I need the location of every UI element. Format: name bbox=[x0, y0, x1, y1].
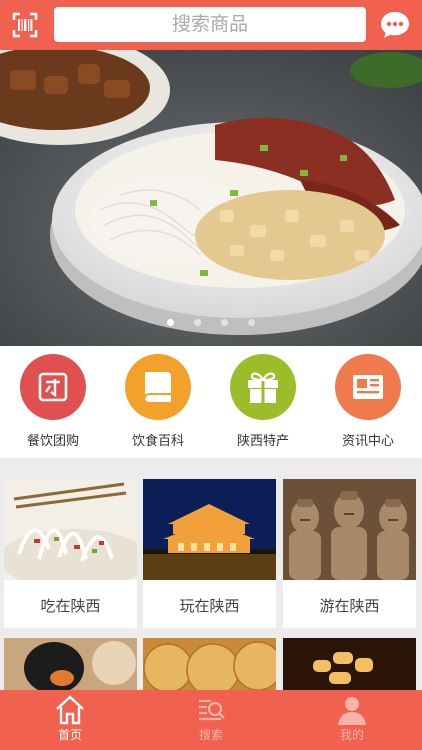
tab-search[interactable]: 搜索 bbox=[141, 690, 281, 750]
user-icon bbox=[338, 697, 366, 725]
card-image bbox=[4, 638, 137, 690]
category-label: 资讯中心 bbox=[341, 434, 394, 449]
scan-icon bbox=[12, 12, 38, 38]
banner-carousel[interactable] bbox=[0, 50, 422, 346]
bottom-tab-bar: 首页 搜索 我的 bbox=[0, 690, 422, 750]
news-icon bbox=[335, 354, 401, 420]
category-local-specialties[interactable]: 陕西特产 bbox=[223, 354, 303, 449]
message-button[interactable] bbox=[378, 8, 412, 42]
card-label: 游在陕西 bbox=[319, 597, 380, 615]
carousel-indicator bbox=[0, 311, 422, 330]
category-label: 餐饮团购 bbox=[26, 434, 79, 449]
card-image bbox=[283, 638, 416, 690]
category-label: 陕西特产 bbox=[236, 434, 289, 449]
top-bar: 搜索商品 bbox=[0, 0, 422, 50]
tab-label: 搜索 bbox=[198, 728, 223, 742]
carousel-dot[interactable] bbox=[221, 319, 228, 326]
tab-home[interactable]: 首页 bbox=[0, 690, 140, 750]
banner-image bbox=[0, 50, 422, 346]
card-tour[interactable]: 游在陕西 bbox=[283, 479, 416, 628]
card-item[interactable] bbox=[283, 638, 416, 690]
category-nav: 餐饮团购 饮食百科 陕西特产 资讯中心 bbox=[0, 346, 422, 458]
card-eat[interactable]: 吃在陕西 bbox=[4, 479, 137, 628]
coupon-icon bbox=[20, 354, 86, 420]
card-label: 玩在陕西 bbox=[179, 597, 240, 615]
carousel-dot[interactable] bbox=[248, 319, 255, 326]
book-icon bbox=[125, 354, 191, 420]
category-food-encyclopedia[interactable]: 饮食百科 bbox=[118, 354, 198, 449]
card-image bbox=[4, 479, 137, 589]
category-label: 饮食百科 bbox=[131, 434, 184, 449]
tab-label: 我的 bbox=[339, 728, 364, 742]
home-icon bbox=[56, 695, 84, 725]
card-image bbox=[143, 479, 276, 580]
carousel-dot[interactable] bbox=[194, 319, 201, 326]
gift-icon bbox=[230, 354, 296, 420]
card-image bbox=[283, 479, 416, 580]
card-item[interactable] bbox=[4, 638, 137, 690]
card-play[interactable]: 玩在陕西 bbox=[143, 479, 276, 628]
card-item[interactable] bbox=[143, 638, 276, 690]
category-group-buying[interactable]: 餐饮团购 bbox=[13, 354, 93, 449]
card-label: 吃在陕西 bbox=[40, 597, 101, 615]
scan-button[interactable] bbox=[8, 8, 42, 42]
chat-bubble-icon bbox=[381, 12, 409, 38]
tab-mine[interactable]: 我的 bbox=[282, 690, 422, 750]
search-input[interactable]: 搜索商品 bbox=[54, 7, 366, 42]
search-icon bbox=[199, 699, 225, 721]
carousel-dot[interactable] bbox=[167, 319, 174, 326]
tab-label: 首页 bbox=[57, 728, 82, 742]
card-image bbox=[143, 638, 276, 690]
category-news-center[interactable]: 资讯中心 bbox=[328, 354, 408, 449]
